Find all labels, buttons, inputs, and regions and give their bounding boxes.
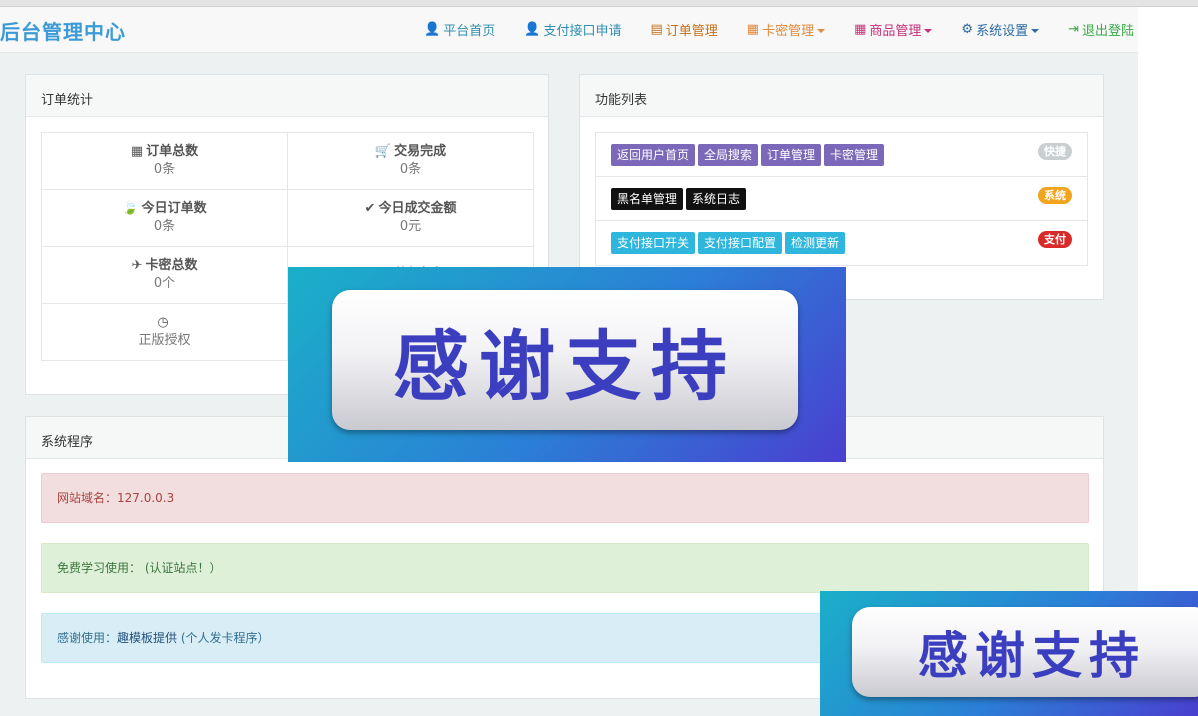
function-list-title: 功能列表 xyxy=(580,75,1103,117)
nav-item-5[interactable]: ⚙ 系统设置 xyxy=(961,20,1040,39)
nav-label: 支付接口申请 xyxy=(543,24,622,39)
function-button[interactable]: 检测更新 xyxy=(785,232,846,254)
domain-alert: 网站域名：127.0.0.3 xyxy=(41,473,1089,523)
nav-item-0[interactable]: 👤 平台首页 xyxy=(424,20,495,39)
function-button[interactable]: 支付接口开关 xyxy=(611,232,696,254)
caret-down-icon xyxy=(1031,28,1040,33)
function-badge: 支付 xyxy=(1038,231,1072,248)
stats-label: ✔ 今日成交金额 xyxy=(288,200,533,218)
stats-cell: ✔ 今日成交金额 0元 xyxy=(287,189,534,247)
function-row: 返回用户首页 全局搜索 订单管理 卡密管理 快捷 xyxy=(596,133,1087,177)
stats-label-text: 今日订单数 xyxy=(141,201,207,216)
stats-cell: ▦ 订单总数 0条 xyxy=(41,132,288,190)
nav-label: 退出登陆 xyxy=(1081,24,1134,39)
function-list: 返回用户首页 全局搜索 订单管理 卡密管理 快捷黑名单管理 系统日志 系统支付接口开关 支付接… xyxy=(595,132,1088,266)
user-icon: 👤 xyxy=(524,22,541,37)
nav-label: 订单管理 xyxy=(665,24,718,39)
user-icon: 👤 xyxy=(424,22,441,37)
nav-item-3[interactable]: ▦ 卡密管理 xyxy=(746,20,826,39)
stats-cell: 🛒 交易完成 0条 xyxy=(287,132,534,190)
free-use-alert: 免费学习使用： (认证站点！） xyxy=(41,543,1089,593)
list-icon: ▤ xyxy=(650,22,663,37)
function-badge: 系统 xyxy=(1038,187,1072,204)
function-button[interactable]: 返回用户首页 xyxy=(611,144,696,166)
grid-icon: ▦ xyxy=(130,144,144,159)
nav-item-2[interactable]: ▤ 订单管理 xyxy=(650,20,717,39)
stats-label: 🛒 交易完成 xyxy=(288,143,533,161)
banner-plate: 感谢支持 xyxy=(332,290,798,430)
nav-label: 平台首页 xyxy=(443,24,496,39)
function-button[interactable]: 全局搜索 xyxy=(698,144,759,166)
function-badge: 快捷 xyxy=(1038,143,1072,160)
gear-icon: ⚙ xyxy=(961,22,974,37)
thanks-support-banner: 感谢支持 xyxy=(288,267,846,462)
stats-value: 0条 xyxy=(153,219,176,234)
stats-label: 🍃 今日订单数 xyxy=(42,200,287,218)
stats-label-text: 订单总数 xyxy=(146,144,199,159)
product-icon: ▦ xyxy=(854,22,867,37)
logout-icon: ⇥ xyxy=(1068,22,1079,37)
stats-value: 正版授权 xyxy=(138,333,191,348)
function-button[interactable]: 系统日志 xyxy=(686,188,747,210)
stats-value: 0条 xyxy=(153,162,176,177)
main-nav: 👤 平台首页 👤 支付接口申请 ▤ 订单管理 ▦ 卡密管理 ▦ 商品管理 ⚙ 系统设置 ⇥ 退出登陆 xyxy=(395,20,1134,39)
banner-plate-small: 感谢支持 xyxy=(852,607,1198,697)
thanks-suffix: (个人发卡程序） xyxy=(177,631,270,645)
stats-cell: ◷ 正版授权 xyxy=(41,303,288,361)
stats-label: ✈ 卡密总数 xyxy=(42,257,287,275)
stats-cell: ✈ 卡密总数 0个 xyxy=(41,246,288,304)
function-row: 黑名单管理 系统日志 系统 xyxy=(596,177,1087,221)
nav-item-4[interactable]: ▦ 商品管理 xyxy=(854,20,933,39)
stats-cell: 🍃 今日订单数 0条 xyxy=(41,189,288,247)
plane-icon: ✈ xyxy=(131,258,143,273)
dashboard-icon: ◷ xyxy=(157,315,169,330)
stats-value: 0个 xyxy=(153,276,176,291)
stats-label-text: 卡密总数 xyxy=(145,258,198,273)
nav-label: 系统设置 xyxy=(976,24,1029,39)
browser-top-strip xyxy=(0,0,1198,7)
top-navbar: 后台管理中心 👤 平台首页 👤 支付接口申请 ▤ 订单管理 ▦ 卡密管理 ▦ 商品管理 ⚙ 系统设置 ⇥… xyxy=(0,7,1138,53)
stats-label: ▦ 订单总数 xyxy=(42,143,287,161)
function-button[interactable]: 支付接口配置 xyxy=(698,232,783,254)
nav-label: 卡密管理 xyxy=(762,24,815,39)
function-row: 支付接口开关 支付接口配置 检测更新 支付 xyxy=(596,221,1087,265)
cart-icon: 🛒 xyxy=(374,144,392,159)
stats-value: 0条 xyxy=(399,162,422,177)
function-button[interactable]: 卡密管理 xyxy=(824,144,885,166)
nav-label: 商品管理 xyxy=(869,24,922,39)
thanks-support-banner-small: 感谢支持 xyxy=(820,591,1198,716)
leaf-icon: 🍃 xyxy=(122,201,139,216)
stats-label-text: 今日成交金额 xyxy=(378,201,457,216)
thanks-provider-link[interactable]: 趣模板提供 xyxy=(117,631,177,645)
stats-row: ▦ 订单总数 0条 🛒 交易完成 0条 xyxy=(41,132,534,190)
card-icon: ▦ xyxy=(746,22,760,37)
stats-row: 🍃 今日订单数 0条 ✔ 今日成交金额 0元 xyxy=(41,189,534,247)
banner-text: 感谢支持 xyxy=(393,322,737,411)
stats-value: 0元 xyxy=(399,219,422,234)
function-button[interactable]: 订单管理 xyxy=(761,144,822,166)
banner-text-small: 感谢支持 xyxy=(918,626,1146,685)
nav-item-6[interactable]: ⇥ 退出登陆 xyxy=(1068,20,1134,39)
nav-item-1[interactable]: 👤 支付接口申请 xyxy=(524,20,621,39)
function-button[interactable]: 黑名单管理 xyxy=(611,188,684,210)
check-icon: ✔ xyxy=(364,201,376,216)
order-stats-title: 订单统计 xyxy=(26,75,548,117)
caret-down-icon xyxy=(817,28,826,33)
brand-title[interactable]: 后台管理中心 xyxy=(0,16,126,45)
caret-down-icon xyxy=(924,28,933,33)
stats-label: ◷ xyxy=(42,314,287,332)
stats-label-text: 交易完成 xyxy=(394,144,447,159)
thanks-prefix: 感谢使用： xyxy=(57,631,118,645)
